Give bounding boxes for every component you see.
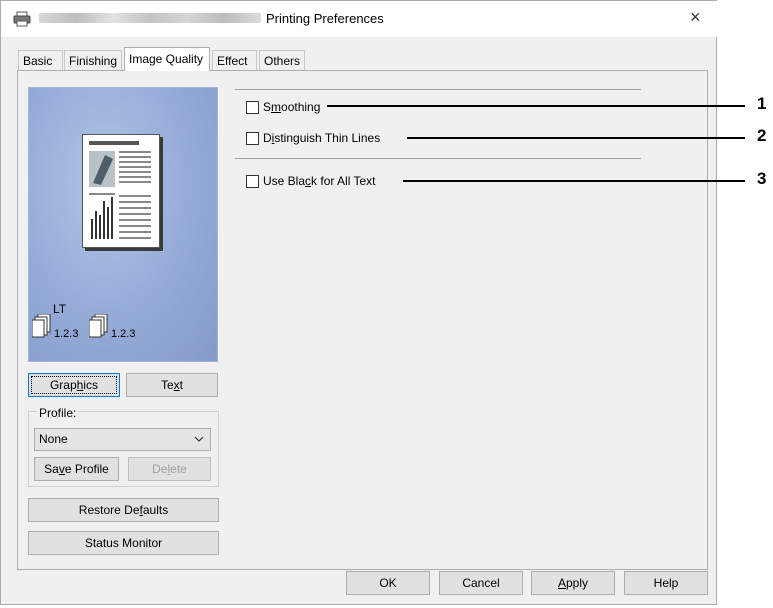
distinguish-thin-lines-label[interactable]: Distinguish Thin Lines <box>263 131 380 145</box>
copy-order-label: 1.2.3 <box>54 328 79 340</box>
redacted-printer-name <box>39 13 261 23</box>
printer-icon <box>13 11 31 27</box>
copy-stack-icon <box>88 313 111 338</box>
restore-label-c: aults <box>142 503 169 517</box>
paper-preview <box>82 134 160 248</box>
profile-label: Profile: <box>37 406 79 420</box>
tab-basic[interactable]: Basic <box>18 50 63 70</box>
copy-stack-icon <box>31 313 54 338</box>
title-bar: Printing Preferences × <box>1 1 718 37</box>
delete-label-c: ete <box>170 462 187 476</box>
delete-label-a: De <box>152 462 168 476</box>
smoothing-label-c: oothing <box>281 100 321 114</box>
tab-effect[interactable]: Effect <box>212 50 257 70</box>
delete-profile-button[interactable]: Delete <box>128 457 211 481</box>
save-label-a: Sa <box>44 462 59 476</box>
cancel-button[interactable]: Cancel <box>439 571 523 595</box>
callout-number-1: 1 <box>757 94 767 113</box>
callout-line-2 <box>407 137 745 139</box>
graphics-button[interactable]: Graphics <box>28 373 120 397</box>
copy-order-label: 1.2.3 <box>111 328 136 340</box>
graphics-label-a: Grap <box>49 378 77 392</box>
apply-label-c: pply <box>566 576 589 590</box>
text-button[interactable]: Text <box>126 373 218 397</box>
smoothing-label-a: S <box>263 100 272 114</box>
close-icon[interactable]: × <box>690 7 701 28</box>
ubat-label-a: Use Bla <box>263 174 306 188</box>
graphics-label-c: ics <box>83 378 99 392</box>
window-title: Printing Preferences <box>266 11 384 26</box>
tab-finishing[interactable]: Finishing <box>64 50 122 70</box>
callout-line-1 <box>327 105 745 107</box>
distinguish-thin-lines-checkbox[interactable] <box>246 132 259 145</box>
document-thumbnail-icon <box>89 141 151 239</box>
tab-others[interactable]: Others <box>259 50 305 70</box>
use-black-for-all-text-checkbox[interactable] <box>246 175 259 188</box>
separator <box>235 158 641 159</box>
separator <box>235 89 641 90</box>
save-label-c: e Profile <box>64 462 109 476</box>
use-black-for-all-text-label[interactable]: Use Black for All Text <box>263 174 376 188</box>
ubat-label-c: k for All Text <box>311 174 376 188</box>
smoothing-label-b: m <box>271 100 282 114</box>
smoothing-checkbox[interactable] <box>246 101 259 114</box>
profile-selected-value: None <box>39 432 68 446</box>
text-label-c: t <box>179 378 184 392</box>
printing-preferences-dialog: Printing Preferences × Basic Finishing I… <box>0 0 718 605</box>
smoothing-label[interactable]: Smoothing <box>263 100 320 114</box>
ok-button[interactable]: OK <box>346 571 430 595</box>
callout-number-2: 2 <box>757 126 767 145</box>
save-profile-button[interactable]: Save Profile <box>34 457 119 481</box>
restore-label-a: Restore De <box>78 503 140 517</box>
dtl-label-a: D <box>263 131 272 145</box>
text-label-a: Te <box>160 378 174 392</box>
dtl-label-c: stinguish Thin Lines <box>274 131 381 145</box>
callout-number-3: 3 <box>757 169 767 188</box>
paper-size-label: LT <box>53 302 67 316</box>
apply-label-b: A <box>557 576 566 590</box>
status-monitor-button[interactable]: Status Monitor <box>28 531 219 555</box>
tab-image-quality[interactable]: Image Quality <box>124 47 210 71</box>
restore-defaults-button[interactable]: Restore Defaults <box>28 498 219 522</box>
chevron-down-icon <box>194 433 204 447</box>
profile-dropdown[interactable]: None <box>34 428 211 451</box>
callout-line-3 <box>403 180 745 182</box>
help-button[interactable]: Help <box>624 571 708 595</box>
apply-button[interactable]: Apply <box>531 571 615 595</box>
